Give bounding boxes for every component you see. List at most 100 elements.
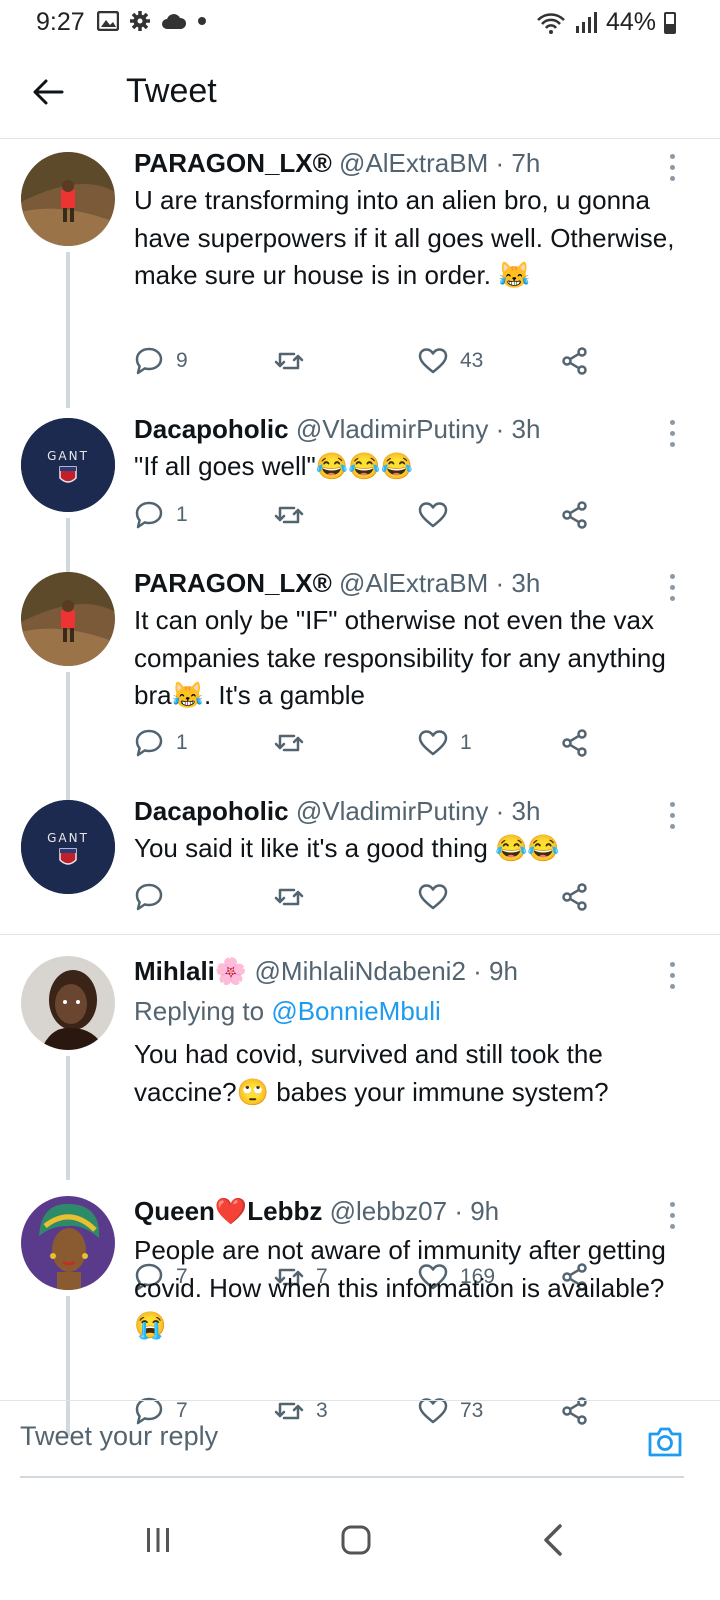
share-icon	[562, 729, 587, 757]
notification-dot-icon	[198, 17, 206, 25]
more-vertical-icon[interactable]	[670, 1202, 676, 1235]
tweet-actions: 9 43	[134, 346, 614, 380]
tweet-header: PARAGON_LX® @AlExtraBM · 3h	[134, 568, 540, 599]
thread-line	[66, 1056, 70, 1180]
retweet-button[interactable]	[274, 882, 316, 912]
tweet-actions: 1	[134, 500, 614, 534]
recent-apps-icon[interactable]	[138, 1520, 178, 1560]
tweet-time: · 3h	[495, 796, 541, 826]
heart-icon	[418, 730, 448, 756]
tweet-header: Mihlali🌸 @MihlaliNdabeni2 · 9h	[134, 956, 518, 987]
retweet-button[interactable]	[274, 500, 316, 530]
like-button[interactable]: 1	[418, 728, 472, 758]
share-icon	[562, 883, 587, 911]
battery-icon	[664, 11, 676, 34]
author-handle[interactable]: @AlExtraBM	[339, 568, 488, 598]
system-navigation-bar	[0, 1480, 720, 1600]
tweet-header: Dacapoholic @VladimirPutiny · 3h	[134, 414, 540, 445]
like-count: 43	[460, 349, 484, 372]
reply-count: 1	[176, 731, 188, 754]
avatar[interactable]: GANT	[21, 800, 115, 894]
author-handle[interactable]: @AlExtraBM	[339, 148, 488, 178]
author-name[interactable]: Dacapoholic	[134, 414, 289, 444]
page-title: Tweet	[126, 72, 217, 110]
reply-button[interactable]	[134, 882, 176, 912]
reply-icon	[135, 729, 163, 757]
status-bar: 9:27 44%	[0, 0, 720, 46]
share-button[interactable]	[560, 500, 590, 530]
settings-gear-icon	[130, 11, 150, 31]
tweet-actions: 1 1	[134, 728, 614, 762]
battery-percent: 44%	[605, 8, 656, 36]
gallery-icon	[97, 11, 119, 31]
retweet-icon	[274, 352, 304, 370]
status-time: 9:27	[36, 8, 85, 36]
author-name[interactable]: Mihlali🌸	[134, 956, 247, 986]
author-name[interactable]: PARAGON_LX®	[134, 148, 332, 178]
author-name[interactable]: Queen❤️Lebbz	[134, 1196, 322, 1226]
home-icon[interactable]	[336, 1520, 376, 1560]
reply-input[interactable]: Tweet your reply	[20, 1421, 218, 1452]
avatar[interactable]	[21, 1196, 115, 1290]
author-handle[interactable]: @MihlaliNdabeni2	[255, 956, 466, 986]
reply-composer: Tweet your reply	[0, 1400, 720, 1479]
tweet-time: · 3h	[495, 414, 541, 444]
wifi-icon	[537, 12, 565, 34]
reply-button[interactable]: 1	[134, 728, 188, 758]
status-system-icons: 44%	[536, 8, 676, 37]
like-button[interactable]	[418, 882, 460, 912]
like-button[interactable]	[418, 500, 460, 530]
replying-to-link[interactable]: @BonnieMbuli	[271, 996, 440, 1026]
status-notification-icons	[97, 10, 207, 32]
thread-line	[66, 672, 70, 804]
retweet-button[interactable]	[274, 728, 316, 758]
avatar[interactable]	[21, 152, 115, 246]
back-icon[interactable]	[534, 1520, 574, 1560]
tweet-header: Queen❤️Lebbz @lebbz07 · 9h	[134, 1196, 499, 1227]
reply-count: 9	[176, 349, 188, 372]
tweet-header: PARAGON_LX® @AlExtraBM · 7h	[134, 148, 540, 179]
signal-icon	[575, 11, 597, 33]
share-button[interactable]	[560, 728, 590, 758]
thread-line	[66, 518, 70, 574]
author-name[interactable]: PARAGON_LX®	[134, 568, 332, 598]
reply-input-underline	[20, 1476, 684, 1478]
tweet-time: · 7h	[495, 148, 541, 178]
reply-button[interactable]: 1	[134, 500, 188, 530]
author-name[interactable]: Dacapoholic	[134, 796, 289, 826]
heart-icon	[418, 502, 448, 528]
retweet-button[interactable]	[274, 346, 316, 376]
reply-icon	[135, 883, 163, 911]
like-button[interactable]: 43	[418, 346, 483, 376]
share-icon	[562, 347, 587, 375]
tweet-text: You said it like it's a good thing 😂😂	[134, 833, 560, 863]
reply-count: 1	[176, 503, 188, 526]
tweet-text: "If all goes well"😂😂😂	[134, 451, 413, 481]
heart-icon	[418, 348, 448, 374]
author-handle[interactable]: @lebbz07	[330, 1196, 447, 1226]
svg-text:GANT: GANT	[47, 449, 89, 463]
replying-to: Replying to @BonnieMbuli	[134, 996, 441, 1027]
avatar[interactable]	[21, 572, 115, 666]
author-handle[interactable]: @VladimirPutiny	[296, 414, 489, 444]
arrow-left-icon[interactable]	[30, 74, 66, 110]
tweet-time: · 9h	[454, 1196, 500, 1226]
avatar[interactable]: GANT	[21, 418, 115, 512]
section-divider	[0, 934, 720, 935]
replying-to-label: Replying to	[134, 996, 265, 1026]
tweet-actions	[134, 882, 614, 916]
reply-button[interactable]: 9	[134, 346, 188, 376]
tweet-text: People are not aware of immunity after g…	[134, 1235, 666, 1340]
avatar[interactable]	[21, 956, 115, 1050]
tweet-header: Dacapoholic @VladimirPutiny · 3h	[134, 796, 540, 827]
share-button[interactable]	[560, 346, 590, 376]
tweet-text: U are transforming into an alien bro, u …	[134, 185, 675, 290]
camera-icon[interactable]	[646, 1423, 684, 1461]
like-count: 1	[460, 731, 472, 754]
more-vertical-icon[interactable]	[670, 962, 676, 995]
author-handle[interactable]: @VladimirPutiny	[296, 796, 489, 826]
reply-icon	[135, 501, 163, 529]
share-button[interactable]	[560, 882, 590, 912]
share-icon	[562, 501, 587, 529]
retweet-icon	[274, 506, 304, 524]
